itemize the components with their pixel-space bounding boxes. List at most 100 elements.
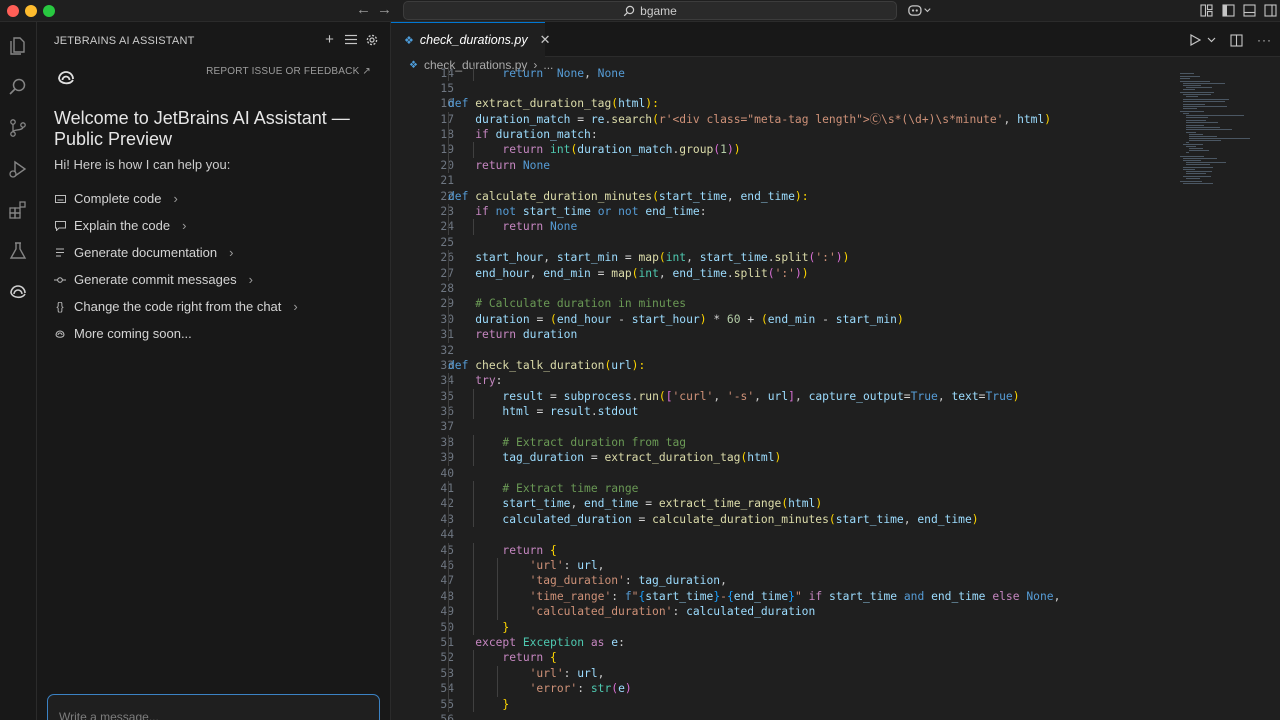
new-chat-plus-icon[interactable]: + — [323, 32, 336, 47]
toggle-secondary-sidebar-icon[interactable] — [1264, 4, 1277, 17]
editor-tab-check-durations[interactable]: ❖ check_durations.py ✕ — [391, 22, 550, 57]
code-text: } — [448, 697, 509, 712]
minimap[interactable] — [1180, 73, 1250, 233]
code-token: - — [815, 312, 836, 326]
report-issue-link[interactable]: REPORT ISSUE OR FEEDBACK ↗ — [206, 66, 371, 77]
toggle-primary-sidebar-icon[interactable] — [1222, 4, 1235, 17]
run-and-debug-icon[interactable] — [6, 157, 30, 181]
explorer-icon[interactable] — [6, 34, 30, 58]
code-line[interactable]: 29 # Calculate duration in minutes — [391, 296, 1171, 312]
code-line[interactable]: 51 except Exception as e: — [391, 634, 1171, 651]
more-actions-icon[interactable]: ··· — [1257, 33, 1272, 47]
code-token: group — [679, 143, 714, 157]
chevron-right-icon: › — [182, 218, 187, 233]
chat-message-input[interactable]: Write a message... — [47, 694, 380, 720]
code-line[interactable]: 22 def calculate_duration_minutes(start_t… — [391, 189, 1171, 204]
code-line[interactable]: 37 — [391, 419, 1171, 434]
code-line[interactable]: 26 start_hour, start_min = map(int, star… — [391, 250, 1171, 266]
code-line[interactable]: 43 calculated_duration = calculate_durat… — [391, 511, 1171, 528]
code-line[interactable]: 14 return None, None — [391, 65, 1171, 81]
code-line[interactable]: 53 'url': url, — [391, 665, 1171, 682]
code-text: return None, None — [448, 66, 624, 81]
code-line[interactable]: 36 html = result.stdout — [391, 404, 1171, 420]
source-control-icon[interactable] — [6, 116, 30, 140]
extensions-icon[interactable] — [6, 198, 30, 222]
code-line[interactable]: 24 return None — [391, 219, 1171, 235]
code-line[interactable]: 18 if duration_match: — [391, 127, 1171, 143]
code-line[interactable]: 52 return { — [391, 650, 1171, 666]
code-line[interactable]: 17 duration_match = re.search(r'<div cla… — [391, 111, 1171, 128]
code-line[interactable]: 25 — [391, 235, 1171, 250]
code-line[interactable]: 54 'error': str(e) — [391, 681, 1171, 697]
copilot-icon[interactable] — [907, 4, 933, 17]
feature-complete-code[interactable]: Complete code › — [54, 185, 298, 212]
code-line[interactable]: 56 — [391, 712, 1171, 720]
code-text: duration_match = re.search(r'<div class=… — [448, 112, 1051, 127]
code-line[interactable]: 38 # Extract duration from tag — [391, 434, 1171, 451]
code-line[interactable]: 30 duration = (end_hour - start_hour) * … — [391, 311, 1171, 328]
code-token: def — [448, 189, 469, 203]
code-text: return int(duration_match.group(1)) — [448, 142, 740, 157]
feature-change-code-from-chat[interactable]: {} Change the code right from the chat › — [54, 293, 298, 320]
run-options-chevron-down-icon[interactable] — [1207, 37, 1216, 43]
chevron-right-icon: › — [293, 299, 298, 314]
zoom-window-button[interactable] — [43, 5, 55, 17]
code-line[interactable]: 39 tag_duration = extract_duration_tag(h… — [391, 450, 1171, 466]
code-line[interactable]: 45 return { — [391, 542, 1171, 558]
forward-arrow-icon[interactable]: → — [377, 1, 392, 19]
ai-assistant-icon[interactable] — [6, 280, 30, 304]
close-window-button[interactable] — [7, 5, 19, 17]
code-token: 'calculated_duration' — [529, 605, 673, 619]
code-line[interactable]: 42 start_time, end_time = extract_time_r… — [391, 496, 1171, 512]
line-number: 17 — [391, 112, 454, 127]
code-line[interactable]: 20 return None — [391, 157, 1171, 174]
code-line[interactable]: 50 } — [391, 619, 1171, 635]
run-python-file-icon[interactable] — [1190, 34, 1201, 46]
code-line[interactable]: 40 — [391, 466, 1171, 481]
code-line[interactable]: 49 'calculated_duration': calculated_dur… — [391, 604, 1171, 620]
window-titlebar: ← → bgame — [0, 0, 1280, 22]
code-text: calculated_duration = calculate_duration… — [448, 512, 978, 527]
line-number: 56 — [440, 712, 454, 720]
code-line[interactable]: 19 return int(duration_match.group(1)) — [391, 142, 1171, 158]
close-tab-icon[interactable]: ✕ — [540, 32, 551, 48]
feature-generate-documentation[interactable]: Generate documentation › — [54, 239, 298, 266]
code-editor[interactable]: 14 return None, None1516def extract_dura… — [391, 65, 1171, 720]
code-line[interactable]: 15 — [391, 81, 1171, 96]
search-icon[interactable] — [6, 75, 30, 99]
code-line[interactable]: 44 — [391, 527, 1171, 542]
customize-layout-icon[interactable] — [1200, 4, 1213, 17]
code-line[interactable]: 47 'tag_duration': tag_duration, — [391, 573, 1171, 589]
back-arrow-icon[interactable]: ← — [356, 1, 371, 19]
code-line[interactable]: 35 result = subprocess.run(['curl', '-s'… — [391, 388, 1171, 405]
split-editor-icon[interactable] — [1230, 33, 1243, 47]
code-line[interactable]: 28 — [391, 281, 1171, 296]
code-text: 'error': str(e) — [448, 681, 632, 696]
feature-explain-code[interactable]: Explain the code › — [54, 212, 298, 239]
testing-flask-icon[interactable] — [6, 239, 30, 263]
code-token: { — [726, 589, 734, 603]
code-line[interactable]: 48 'time_range': f"{start_time}-{end_tim… — [391, 588, 1171, 605]
code-line[interactable]: 33 def check_talk_duration(url): — [391, 358, 1171, 373]
minimize-window-button[interactable] — [25, 5, 37, 17]
code-line[interactable]: 46 'url': url, — [391, 558, 1171, 574]
command-center-search[interactable]: bgame — [403, 1, 897, 20]
toggle-panel-icon[interactable] — [1243, 4, 1256, 17]
code-line[interactable]: 55 } — [391, 696, 1171, 712]
chat-history-list-icon[interactable] — [344, 33, 357, 46]
code-line[interactable]: 27 end_hour, end_min = map (int, end_time… — [391, 265, 1171, 281]
code-line[interactable]: 16 def extract_duration_tag(html): — [391, 96, 1171, 111]
editor-scrollbar[interactable] — [1267, 73, 1280, 720]
code-line[interactable]: 34 try: — [391, 373, 1171, 389]
line-number: 19 — [391, 142, 454, 157]
code-text: result = subprocess.run(['curl', '-s', u… — [448, 389, 1019, 404]
code-line[interactable]: 31 return duration — [391, 327, 1171, 343]
code-line[interactable]: 21 — [391, 173, 1171, 188]
code-line[interactable]: 32 — [391, 343, 1171, 358]
code-line[interactable]: 23 if not start_time or not end_time: — [391, 204, 1171, 220]
code-line[interactable]: 41 # Extract time range — [391, 481, 1171, 497]
settings-gear-icon[interactable] — [365, 33, 378, 46]
line-number: 40 — [440, 466, 454, 480]
feature-generate-commit-messages[interactable]: Generate commit messages › — [54, 266, 298, 293]
